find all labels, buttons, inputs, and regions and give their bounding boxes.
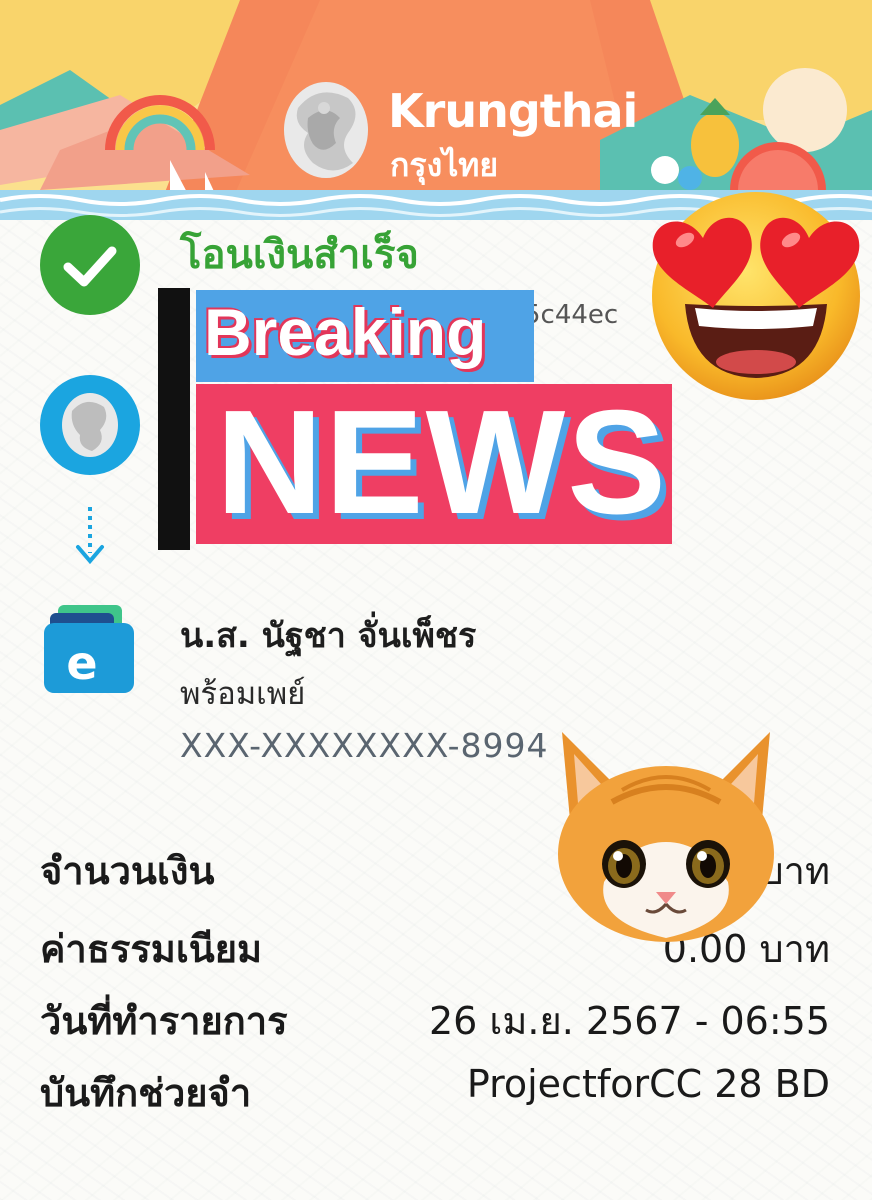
breaking-banner: Breaking [196,290,534,382]
amount-label: จำนวนเงิน [40,849,215,893]
receiver-name: น.ส. นัฐชา จั่นเพ็ชร [180,616,477,656]
svg-text:e: e [66,636,97,690]
news-banner: NEWS [196,380,672,545]
status-title: โอนเงินสำเร็จ [180,232,419,278]
fee-label: ค่าธรรมเนียม [40,927,263,971]
krungthai-logo-icon [284,82,368,178]
arrow-down-icon [76,507,104,565]
date-label: วันที่ทำรายการ [40,999,288,1043]
news-text: NEWS [216,380,668,545]
breaking-news-bar [158,288,190,550]
reference-number: 5c44ec [524,300,619,330]
e-wallet-icon: e [44,605,134,693]
sender-bank-icon [40,375,140,475]
krungthai-brand: Krungthai กรุงไทย [278,78,638,188]
breaking-text: Breaking [204,295,487,369]
brand-thai-name: กรุงไทย [390,146,499,184]
cat-face-sticker [558,732,774,942]
heart-eyes-emoji [652,192,860,400]
date-value: 26 เม.ย. 2567 - 06:55 [428,999,830,1043]
receiver-bank: พร้อมเพย์ [180,676,306,712]
check-circle-icon [40,215,140,315]
receiver-account: XXX-XXXXXXXX-8994 [180,726,549,765]
memo-value: ProjectforCC 28 BD [466,1062,830,1106]
brand-name: Krungthai [388,84,638,138]
memo-label: บันทึกช่วยจำ [40,1071,252,1115]
transfer-slip: Krungthai กรุงไทย โอนเงินสำเร็จ 5c44ec e… [0,0,872,1200]
